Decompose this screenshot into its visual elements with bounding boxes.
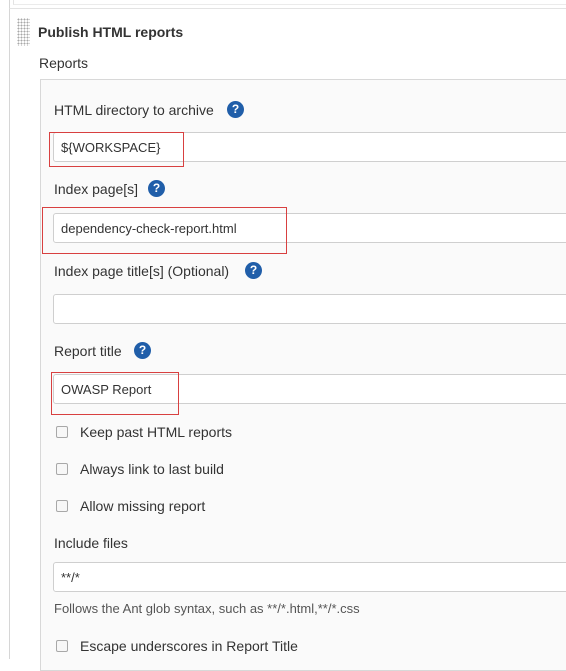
drag-handle-icon[interactable]	[17, 18, 30, 46]
index-titles-label: Index page title[s] (Optional)	[54, 263, 230, 279]
section-title: Publish HTML reports	[38, 24, 184, 40]
help-icon[interactable]: ?	[227, 101, 244, 118]
help-icon[interactable]: ?	[245, 262, 262, 279]
escape-underscores-label: Escape underscores in Report Title	[80, 638, 298, 654]
highlight-box	[51, 372, 179, 415]
report-title-label: Report title	[54, 343, 122, 359]
allow-missing-checkbox[interactable]	[56, 500, 68, 512]
include-files-hint: Follows the Ant glob syntax, such as **/…	[54, 601, 360, 616]
keep-past-checkbox[interactable]	[56, 426, 68, 438]
index-titles-input[interactable]	[53, 294, 566, 324]
always-link-label: Always link to last build	[80, 461, 224, 477]
help-icon[interactable]: ?	[148, 180, 165, 197]
include-files-label: Include files	[54, 535, 128, 551]
highlight-box	[42, 207, 287, 254]
keep-past-label: Keep past HTML reports	[80, 424, 232, 440]
previous-section-inner-border	[13, 0, 566, 5]
help-icon[interactable]: ?	[134, 342, 151, 359]
escape-underscores-checkbox[interactable]	[56, 640, 68, 652]
always-link-checkbox[interactable]	[56, 463, 68, 475]
reports-label: Reports	[39, 55, 89, 71]
include-files-input[interactable]	[53, 562, 566, 592]
highlight-box	[49, 132, 184, 167]
index-pages-label: Index page[s]	[54, 181, 139, 197]
allow-missing-label: Allow missing report	[80, 498, 206, 514]
html-directory-label: HTML directory to archive	[54, 102, 214, 118]
